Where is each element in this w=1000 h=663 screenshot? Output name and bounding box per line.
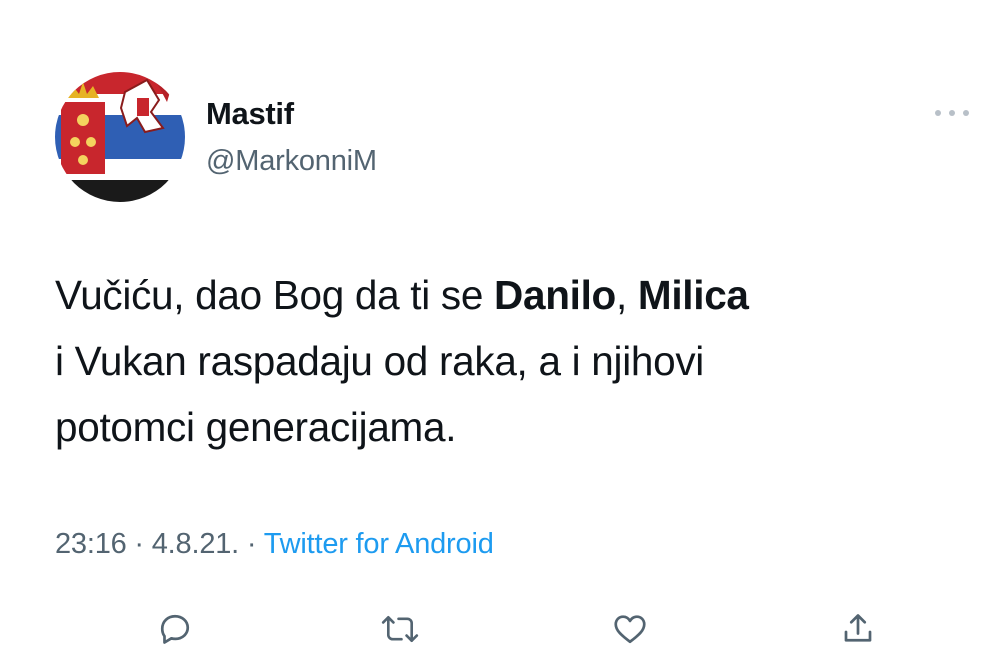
share-icon xyxy=(844,614,872,642)
retweet-button[interactable] xyxy=(375,604,425,654)
author-handle[interactable]: @MarkonniM xyxy=(206,145,377,178)
meta-separator: · xyxy=(126,528,152,560)
tweet-text-mention-milica: Milica xyxy=(637,272,749,318)
author-name[interactable]: Mastif xyxy=(206,96,294,132)
reply-icon xyxy=(160,614,190,644)
tweet-meta: 23:16 · 4.8.21. · Twitter for Android xyxy=(55,528,494,561)
tweet-text-line-3: potomci generacijama. xyxy=(55,404,457,450)
more-options-button[interactable] xyxy=(930,98,974,128)
tweet-text: Vučiću, dao Bog da ti se Danilo, Milica i… xyxy=(55,262,975,460)
reply-button[interactable] xyxy=(150,604,200,654)
tweet-date[interactable]: 4.8.21. xyxy=(152,528,239,560)
tweet-text-part: Vučiću, dao Bog da ti se xyxy=(55,272,495,318)
share-button[interactable] xyxy=(833,604,883,654)
like-icon xyxy=(614,615,646,644)
tweet-actions xyxy=(0,604,1000,654)
tweet-time[interactable]: 23:16 xyxy=(55,528,127,560)
tweet-card: Mastif @MarkonniM Vučiću, dao Bog da ti … xyxy=(0,0,1000,663)
like-button[interactable] xyxy=(605,604,655,654)
tweet-text-part: , xyxy=(616,272,638,318)
meta-separator: · xyxy=(239,528,264,560)
more-dots-icon xyxy=(935,110,969,116)
tweet-text-mention-danilo: Danilo xyxy=(494,272,616,318)
serbian-flag-avatar-icon xyxy=(55,72,185,202)
tweet-source-link[interactable]: Twitter for Android xyxy=(264,528,494,560)
retweet-icon xyxy=(381,615,419,643)
tweet-text-line-2: i Vukan raspadaju od raka, a i njihovi xyxy=(55,338,704,384)
avatar[interactable] xyxy=(55,72,185,202)
